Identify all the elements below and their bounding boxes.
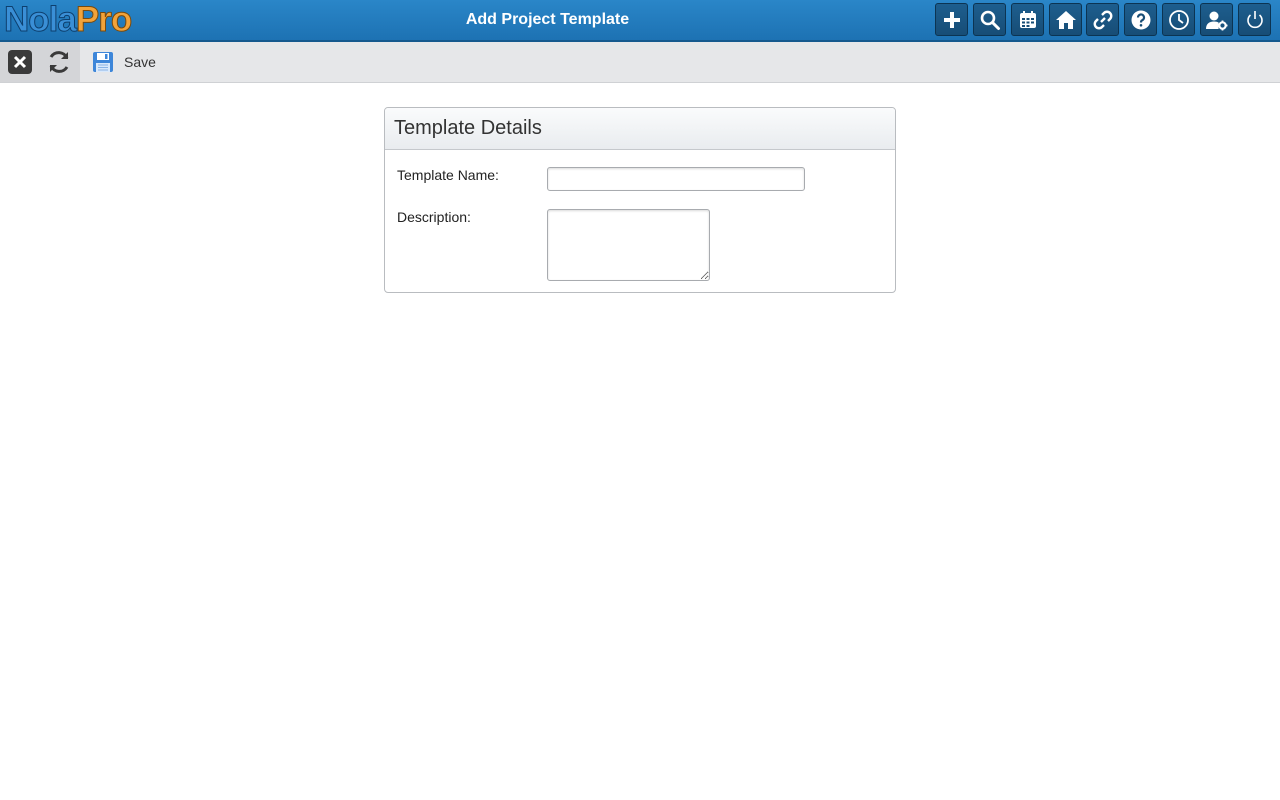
template-name-label: Template Name: <box>397 167 499 183</box>
save-label: Save <box>124 54 156 70</box>
page-title: Add Project Template <box>465 11 630 28</box>
add-icon <box>943 11 960 28</box>
save-button[interactable]: Save <box>92 50 156 74</box>
action-toolbar: Save <box>0 42 1280 83</box>
search-button[interactable] <box>973 3 1006 36</box>
clock-icon <box>1168 9 1189 30</box>
close-button[interactable] <box>7 49 33 75</box>
template-details-panel: Template Details Template Name: Descript… <box>384 107 896 293</box>
template-name-input[interactable] <box>547 167 805 191</box>
time-button[interactable] <box>1162 3 1195 36</box>
home-icon <box>1055 10 1076 29</box>
panel-title: Template Details <box>394 117 542 139</box>
description-textarea[interactable] <box>547 209 710 281</box>
floppy-disk-icon <box>93 52 113 72</box>
close-icon <box>8 50 32 74</box>
header-bar: NolaPro Add Project Template <box>0 0 1280 42</box>
link-icon <box>1093 10 1112 29</box>
home-button[interactable] <box>1049 3 1082 36</box>
logout-button[interactable] <box>1238 3 1271 36</box>
user-settings-icon <box>1205 11 1227 30</box>
calendar-icon <box>1019 10 1036 28</box>
refresh-button[interactable] <box>46 49 72 75</box>
description-label: Description: <box>397 209 471 225</box>
panel-header: Template Details <box>385 108 895 150</box>
help-icon <box>1131 10 1150 29</box>
toolbar-left-group <box>0 42 80 82</box>
calendar-button[interactable] <box>1011 3 1044 36</box>
add-button[interactable] <box>935 3 968 36</box>
power-icon <box>1246 10 1263 28</box>
refresh-icon <box>49 51 69 73</box>
link-button[interactable] <box>1086 3 1119 36</box>
user-settings-button[interactable] <box>1200 3 1233 36</box>
help-button[interactable] <box>1124 3 1157 36</box>
search-icon <box>980 10 1000 30</box>
